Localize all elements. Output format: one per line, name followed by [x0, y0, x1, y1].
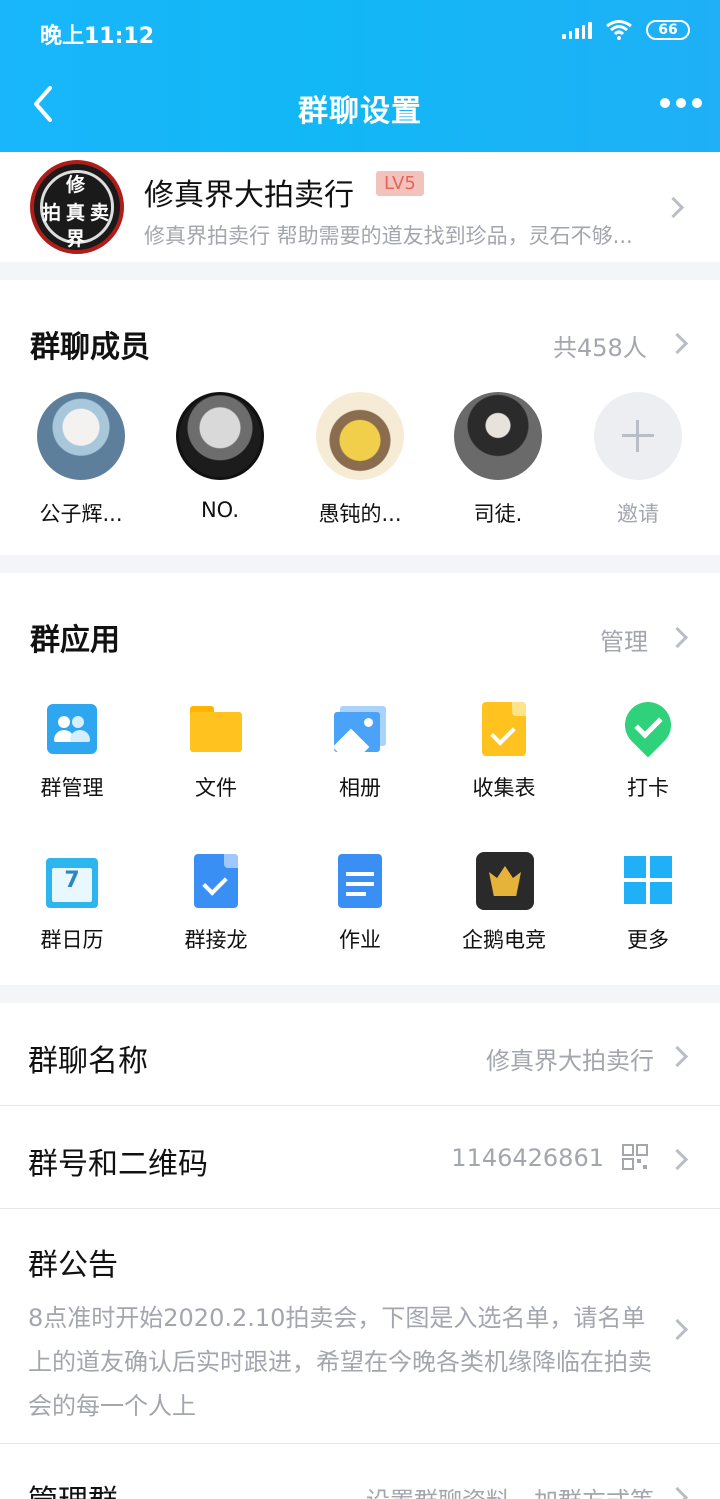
app-more[interactable]: 更多: [588, 852, 708, 954]
avatar: [37, 392, 125, 480]
app-label: 作业: [339, 928, 381, 952]
app-label: 群接龙: [184, 928, 248, 952]
qr-code-icon: [622, 1144, 648, 1170]
member-item[interactable]: 愚钝的...: [300, 392, 420, 528]
relay-icon: [188, 852, 244, 912]
member-item[interactable]: 公子辉...: [21, 392, 141, 528]
app-label: 企鹅电竞: [462, 928, 546, 952]
status-time: 晚上11:12: [40, 24, 155, 49]
avatar: [316, 392, 404, 480]
invite-button[interactable]: 邀请: [578, 392, 698, 528]
level-badge: LV5: [376, 171, 424, 196]
check-in-icon: [615, 692, 681, 760]
group-manage-icon: [44, 700, 100, 760]
status-icons: 66: [562, 20, 690, 40]
chevron-right-icon: [666, 1148, 689, 1171]
group-name-row[interactable]: 群聊名称 修真界大拍卖行: [0, 1003, 720, 1105]
wifi-icon: [606, 20, 632, 40]
calendar-icon: 7: [44, 852, 100, 912]
app-relay[interactable]: 群接龙: [156, 852, 276, 954]
app-collect-form[interactable]: 收集表: [444, 700, 564, 802]
app-group-manage[interactable]: 群管理: [12, 700, 132, 802]
app-label: 更多: [627, 928, 669, 952]
member-name: 司徒.: [473, 502, 523, 526]
app-homework[interactable]: 作业: [300, 852, 420, 954]
app-label: 打卡: [627, 776, 669, 800]
row-label: 群聊名称: [28, 1044, 148, 1079]
add-icon: [594, 392, 682, 480]
group-avatar: 修 拍 真 卖 界: [30, 160, 124, 254]
group-number: 1146426861: [451, 1144, 604, 1172]
row-value: 修真界大拍卖行: [486, 1047, 654, 1075]
app-label: 群日历: [40, 928, 104, 952]
app-penguin-esports[interactable]: 企鹅电竞: [444, 852, 564, 954]
member-count[interactable]: 共458人: [553, 328, 647, 363]
group-description: 修真界拍卖行 帮助需要的道友找到珍品，灵石不够...: [144, 224, 633, 248]
row-label: 群号和二维码: [28, 1147, 208, 1182]
signal-icon: [562, 21, 592, 39]
member-name: NO.: [200, 498, 240, 522]
app-album[interactable]: 相册: [300, 700, 420, 802]
member-item[interactable]: NO.: [160, 392, 280, 522]
apps-title: 群应用: [30, 623, 120, 658]
battery-icon: 66: [646, 20, 690, 40]
app-label: 群管理: [40, 776, 104, 800]
group-name: 修真界大拍卖行: [144, 178, 354, 213]
notice-text: 8点准时开始2020.2.10拍卖会，下图是入选名单，请名单上的道友确认后实时跟…: [28, 1304, 652, 1420]
row-label: 管理群: [28, 1476, 118, 1499]
penguin-esports-icon: [476, 852, 534, 912]
avatar: [454, 392, 542, 480]
member-item[interactable]: 司徒.: [438, 392, 558, 528]
app-calendar[interactable]: 7 群日历: [12, 852, 132, 954]
invite-label: 邀请: [617, 502, 659, 526]
chevron-right-icon: [666, 1486, 689, 1499]
more-apps-icon: [620, 852, 676, 912]
app-label: 收集表: [472, 776, 536, 800]
member-name: 愚钝的...: [318, 502, 402, 526]
header: 晚上11:12 66 群聊设置: [0, 0, 720, 152]
homework-icon: [332, 852, 388, 912]
members-title: 群聊成员: [30, 330, 150, 365]
manage-group-row[interactable]: 管理群 设置群聊资料、加群方式等: [0, 1444, 720, 1499]
collect-form-icon: [476, 700, 532, 760]
photo-album-icon: [332, 700, 388, 760]
app-label: 相册: [339, 776, 381, 800]
page-title: 群聊设置: [298, 94, 422, 129]
manage-apps-link[interactable]: 管理: [600, 622, 648, 657]
folder-icon: [188, 700, 244, 760]
row-value: 设置群聊资料、加群方式等: [366, 1481, 654, 1499]
app-label: 文件: [195, 776, 237, 800]
chevron-right-icon: [666, 1045, 689, 1068]
group-number-row[interactable]: 群号和二维码 1146426861: [0, 1106, 720, 1208]
member-name: 公子辉...: [39, 502, 123, 526]
more-options-icon[interactable]: [660, 98, 702, 108]
avatar: [176, 392, 264, 480]
notice-label: 群公告: [28, 1248, 118, 1283]
app-check-in[interactable]: 打卡: [588, 692, 708, 802]
app-files[interactable]: 文件: [156, 700, 276, 802]
